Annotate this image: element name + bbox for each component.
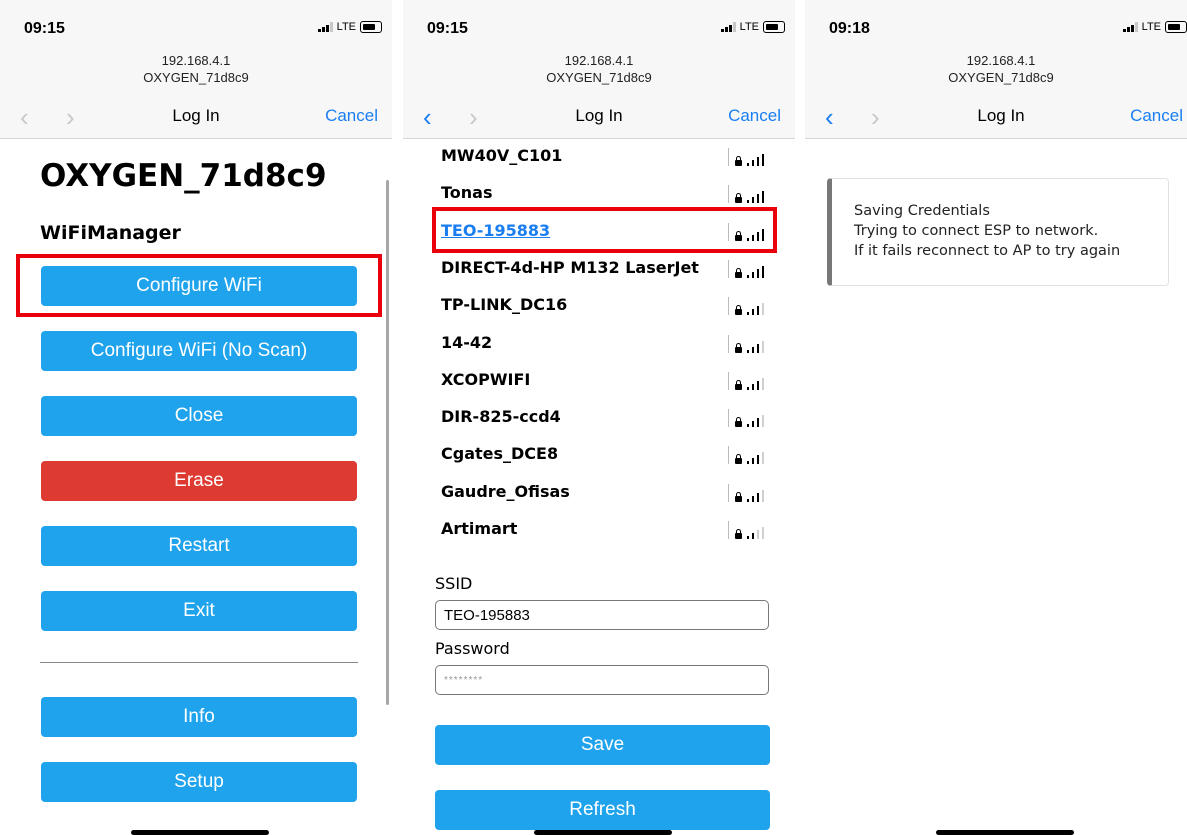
cellular-signal-icon bbox=[720, 22, 736, 32]
wifi-signal-icon bbox=[728, 334, 775, 353]
network-type: LTE bbox=[739, 21, 759, 33]
setup-button[interactable]: Setup bbox=[41, 762, 357, 802]
restart-button[interactable]: Restart bbox=[41, 526, 357, 566]
cancel-button[interactable]: Cancel bbox=[1130, 106, 1183, 126]
address-bar[interactable]: 192.168.4.1 OXYGEN_71d8c9 bbox=[805, 52, 1187, 86]
network-row[interactable]: Tonas bbox=[441, 183, 785, 207]
ssid-input[interactable]: TEO-195883 bbox=[435, 600, 769, 630]
lock-icon bbox=[735, 193, 742, 204]
network-row[interactable]: MW40V_C101 bbox=[441, 146, 785, 170]
lock-icon bbox=[735, 454, 742, 465]
wifimanager-heading: WiFiManager bbox=[40, 222, 181, 244]
ssid-text: OXYGEN_71d8c9 bbox=[143, 70, 249, 85]
lock-icon bbox=[735, 491, 742, 502]
network-type: LTE bbox=[336, 21, 356, 33]
network-row[interactable]: TP-LINK_DC16 bbox=[441, 295, 785, 319]
info-button[interactable]: Info bbox=[41, 697, 357, 737]
network-row[interactable]: DIRECT-4d-HP M132 LaserJet bbox=[441, 258, 785, 282]
host-text: 192.168.4.1 bbox=[564, 53, 634, 68]
wifi-signal-icon bbox=[728, 521, 775, 539]
ssid-text: OXYGEN_71d8c9 bbox=[948, 70, 1054, 85]
ssid-text: OXYGEN_71d8c9 bbox=[546, 70, 652, 85]
network-name-link[interactable]: Artimart bbox=[441, 519, 517, 538]
status-time: 09:15 bbox=[427, 20, 468, 37]
network-name-link[interactable]: 14-42 bbox=[441, 333, 492, 352]
network-type: LTE bbox=[1141, 21, 1161, 33]
network-name-link[interactable]: TP-LINK_DC16 bbox=[441, 295, 567, 314]
network-row[interactable]: DIR-825-ccd4 bbox=[441, 407, 785, 431]
wifi-signal-icon bbox=[728, 297, 775, 316]
network-name-link[interactable]: Cgates_DCE8 bbox=[441, 444, 558, 463]
battery-icon bbox=[1165, 21, 1187, 33]
network-name-link[interactable]: XCOPWIFI bbox=[441, 370, 530, 389]
ssid-label: SSID bbox=[435, 574, 473, 593]
status-indicators: LTE bbox=[317, 21, 382, 33]
message-line: Saving Credentials bbox=[854, 203, 990, 219]
address-bar[interactable]: 192.168.4.1 OXYGEN_71d8c9 bbox=[0, 52, 392, 86]
network-row[interactable]: Cgates_DCE8 bbox=[441, 444, 785, 468]
network-name-link[interactable]: Tonas bbox=[441, 183, 493, 202]
lock-icon bbox=[735, 417, 742, 428]
browser-header: 09:15 LTE 192.168.4.1 OXYGEN_71d8c9 ‹ › … bbox=[403, 0, 795, 139]
lock-icon bbox=[735, 342, 742, 353]
network-name-link[interactable]: MW40V_C101 bbox=[441, 146, 562, 165]
status-indicators: LTE bbox=[720, 21, 785, 33]
erase-button[interactable]: Erase bbox=[41, 461, 357, 501]
cancel-button[interactable]: Cancel bbox=[325, 106, 378, 126]
lock-icon bbox=[735, 529, 742, 539]
screen-saving-credentials: 09:18 LTE 192.168.4.1 OXYGEN_71d8c9 ‹ › … bbox=[805, 0, 1187, 835]
lock-icon bbox=[735, 305, 742, 316]
password-input[interactable]: ******** bbox=[435, 665, 769, 695]
home-indicator bbox=[534, 830, 672, 835]
wifi-signal-icon bbox=[728, 446, 775, 465]
wifi-signal-icon bbox=[728, 483, 775, 502]
configure-wifi-noscan-button[interactable]: Configure WiFi (No Scan) bbox=[41, 331, 357, 371]
status-time: 09:15 bbox=[24, 20, 65, 37]
wifi-signal-icon bbox=[728, 371, 775, 390]
device-heading: OXYGEN_71d8c9 bbox=[40, 158, 327, 194]
message-line: If it fails reconnect to AP to try again bbox=[854, 243, 1121, 259]
message-line: Trying to connect ESP to network. bbox=[854, 223, 1099, 239]
network-row[interactable]: XCOPWIFI bbox=[441, 370, 785, 394]
status-indicators: LTE bbox=[1122, 21, 1187, 33]
host-text: 192.168.4.1 bbox=[966, 53, 1036, 68]
home-indicator bbox=[131, 830, 269, 835]
address-bar[interactable]: 192.168.4.1 OXYGEN_71d8c9 bbox=[403, 52, 795, 86]
password-label: Password bbox=[435, 639, 510, 658]
scrollbar[interactable] bbox=[386, 180, 389, 705]
cellular-signal-icon bbox=[1122, 22, 1138, 32]
close-button[interactable]: Close bbox=[41, 396, 357, 436]
screen-network-list: 09:15 LTE 192.168.4.1 OXYGEN_71d8c9 ‹ › … bbox=[403, 0, 795, 835]
battery-icon bbox=[360, 21, 382, 33]
network-row[interactable]: Gaudre_Ofisas bbox=[441, 482, 785, 506]
highlight-box bbox=[16, 254, 382, 317]
network-row[interactable]: Artimart bbox=[441, 519, 785, 543]
screen-wifimanager-menu: 09:15 LTE 192.168.4.1 OXYGEN_71d8c9 ‹ › … bbox=[0, 0, 392, 835]
browser-header: 09:15 LTE 192.168.4.1 OXYGEN_71d8c9 ‹ › … bbox=[0, 0, 392, 139]
network-row[interactable]: 14-42 bbox=[441, 333, 785, 357]
network-name-link[interactable]: DIRECT-4d-HP M132 LaserJet bbox=[441, 258, 699, 277]
network-name-link[interactable]: DIR-825-ccd4 bbox=[441, 407, 561, 426]
wifi-signal-icon bbox=[728, 185, 775, 204]
exit-button[interactable]: Exit bbox=[41, 591, 357, 631]
host-text: 192.168.4.1 bbox=[161, 53, 231, 68]
lock-icon bbox=[735, 156, 742, 166]
refresh-button[interactable]: Refresh bbox=[435, 790, 770, 830]
highlight-box bbox=[432, 207, 777, 253]
browser-header: 09:18 LTE 192.168.4.1 OXYGEN_71d8c9 ‹ › … bbox=[805, 0, 1187, 139]
battery-icon bbox=[763, 21, 785, 33]
divider bbox=[40, 662, 358, 663]
network-name-link[interactable]: Gaudre_Ofisas bbox=[441, 482, 570, 501]
wifi-signal-icon bbox=[728, 148, 775, 166]
save-button[interactable]: Save bbox=[435, 725, 770, 765]
wifi-signal-icon bbox=[728, 409, 775, 428]
cancel-button[interactable]: Cancel bbox=[728, 106, 781, 126]
home-indicator bbox=[936, 830, 1074, 835]
status-message-box: Saving Credentials Trying to connect ESP… bbox=[827, 178, 1169, 286]
cellular-signal-icon bbox=[317, 22, 333, 32]
wifi-signal-icon bbox=[728, 259, 775, 278]
lock-icon bbox=[735, 379, 742, 390]
lock-icon bbox=[735, 267, 742, 278]
status-time: 09:18 bbox=[829, 20, 870, 37]
